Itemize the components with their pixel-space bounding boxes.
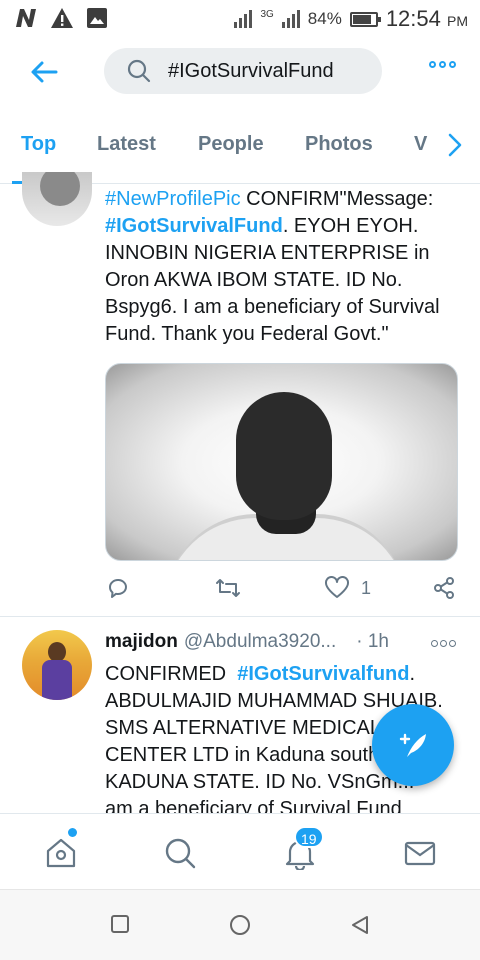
tweet-body-line: Oron AKWA IBOM STATE. ID No. — [105, 269, 403, 291]
n-notification-icon — [16, 9, 36, 27]
timestamp: · 1h — [356, 631, 389, 652]
tweet-body-line: #NewProfilePic CONFIRM"Message: — [105, 188, 434, 210]
overflow-menu-icon[interactable] — [429, 61, 456, 68]
username[interactable]: @Abdulma3920... — [184, 631, 336, 653]
back-arrow-icon[interactable] — [28, 56, 60, 88]
search-query: #IGotSurvivalFund — [168, 59, 334, 82]
compose-feather-icon — [399, 733, 426, 757]
chevron-right-icon[interactable] — [446, 132, 464, 158]
recent-apps-icon[interactable] — [110, 914, 130, 934]
home-icon[interactable] — [44, 836, 78, 870]
home-unread-dot — [68, 828, 77, 837]
tab-top[interactable]: Top — [21, 133, 56, 156]
tweet-body-line: am a beneficiary of Survival Fund — [105, 798, 402, 813]
image-notification-icon — [87, 8, 107, 28]
compose-tweet-button[interactable] — [372, 704, 454, 786]
hashtag-link[interactable]: #NewProfilePic — [105, 188, 241, 210]
clock: 12:54 PM — [385, 6, 468, 31]
heart-icon[interactable] — [324, 576, 350, 600]
avatar[interactable] — [22, 172, 92, 226]
battery-icon — [349, 11, 381, 27]
network-type-label: 3G — [260, 8, 274, 20]
tweet-body-line: SMS ALTERNATIVE MEDICAL — [105, 717, 381, 739]
tweet-body-line: CENTER LTD in Kaduna south — [105, 744, 380, 766]
notifications-badge: 19 — [294, 826, 324, 848]
tab-people[interactable]: People — [198, 133, 264, 156]
tweet-divider — [0, 616, 480, 617]
messages-mail-icon[interactable] — [403, 836, 437, 870]
warning-icon — [51, 8, 73, 28]
hashtag-link[interactable]: #IGotSurvivalfund — [237, 663, 409, 685]
bottom-navigation: 19 — [0, 813, 480, 889]
search-input[interactable]: #IGotSurvivalFund — [104, 48, 382, 94]
back-system-icon[interactable] — [349, 914, 371, 936]
reply-icon[interactable] — [106, 576, 130, 600]
tab-photos[interactable]: Photos — [305, 133, 373, 156]
tab-latest[interactable]: Latest — [97, 133, 156, 156]
signal-strength-icon — [234, 10, 253, 28]
search-nav-icon[interactable] — [163, 836, 197, 870]
tweet-header: majidon @Abdulma3920... · 1h — [105, 631, 389, 653]
retweet-icon[interactable] — [215, 576, 241, 600]
tweet-photo[interactable] — [105, 363, 458, 561]
search-icon — [127, 59, 151, 83]
avatar[interactable] — [22, 630, 92, 700]
share-icon[interactable] — [432, 576, 456, 600]
tweet-actions: 1 — [0, 572, 480, 608]
status-bar: 3G 84% 12:54 PM — [0, 0, 480, 38]
tweet-body-line: CONFIRMED #IGotSurvivalfund. — [105, 663, 416, 685]
search-header: #IGotSurvivalFund — [0, 38, 480, 106]
tab-videos[interactable]: V — [414, 133, 427, 156]
hashtag-link[interactable]: #IGotSurvivalFund — [105, 215, 283, 237]
signal-strength-icon-2 — [281, 10, 300, 28]
system-navigation-bar — [0, 889, 480, 960]
tweet-body-line: #IGotSurvivalFund. EYOH EYOH. — [105, 215, 419, 237]
display-name[interactable]: majidon — [105, 631, 178, 653]
tweet-body-line: Fund. Thank you Federal Govt." — [105, 323, 389, 345]
tweet-body-line: Bspyg6. I am a beneficiary of Survival — [105, 296, 440, 318]
battery-percent: 84% — [307, 9, 342, 28]
tweet-body-line: KADUNA STATE. ID No. VSnGm... — [105, 771, 415, 793]
like-count: 1 — [361, 578, 372, 598]
tweet-menu-icon[interactable] — [431, 640, 456, 647]
tweet-body-line: INNOBIN NIGERIA ENTERPRISE in — [105, 242, 430, 264]
home-system-icon[interactable] — [229, 914, 251, 936]
